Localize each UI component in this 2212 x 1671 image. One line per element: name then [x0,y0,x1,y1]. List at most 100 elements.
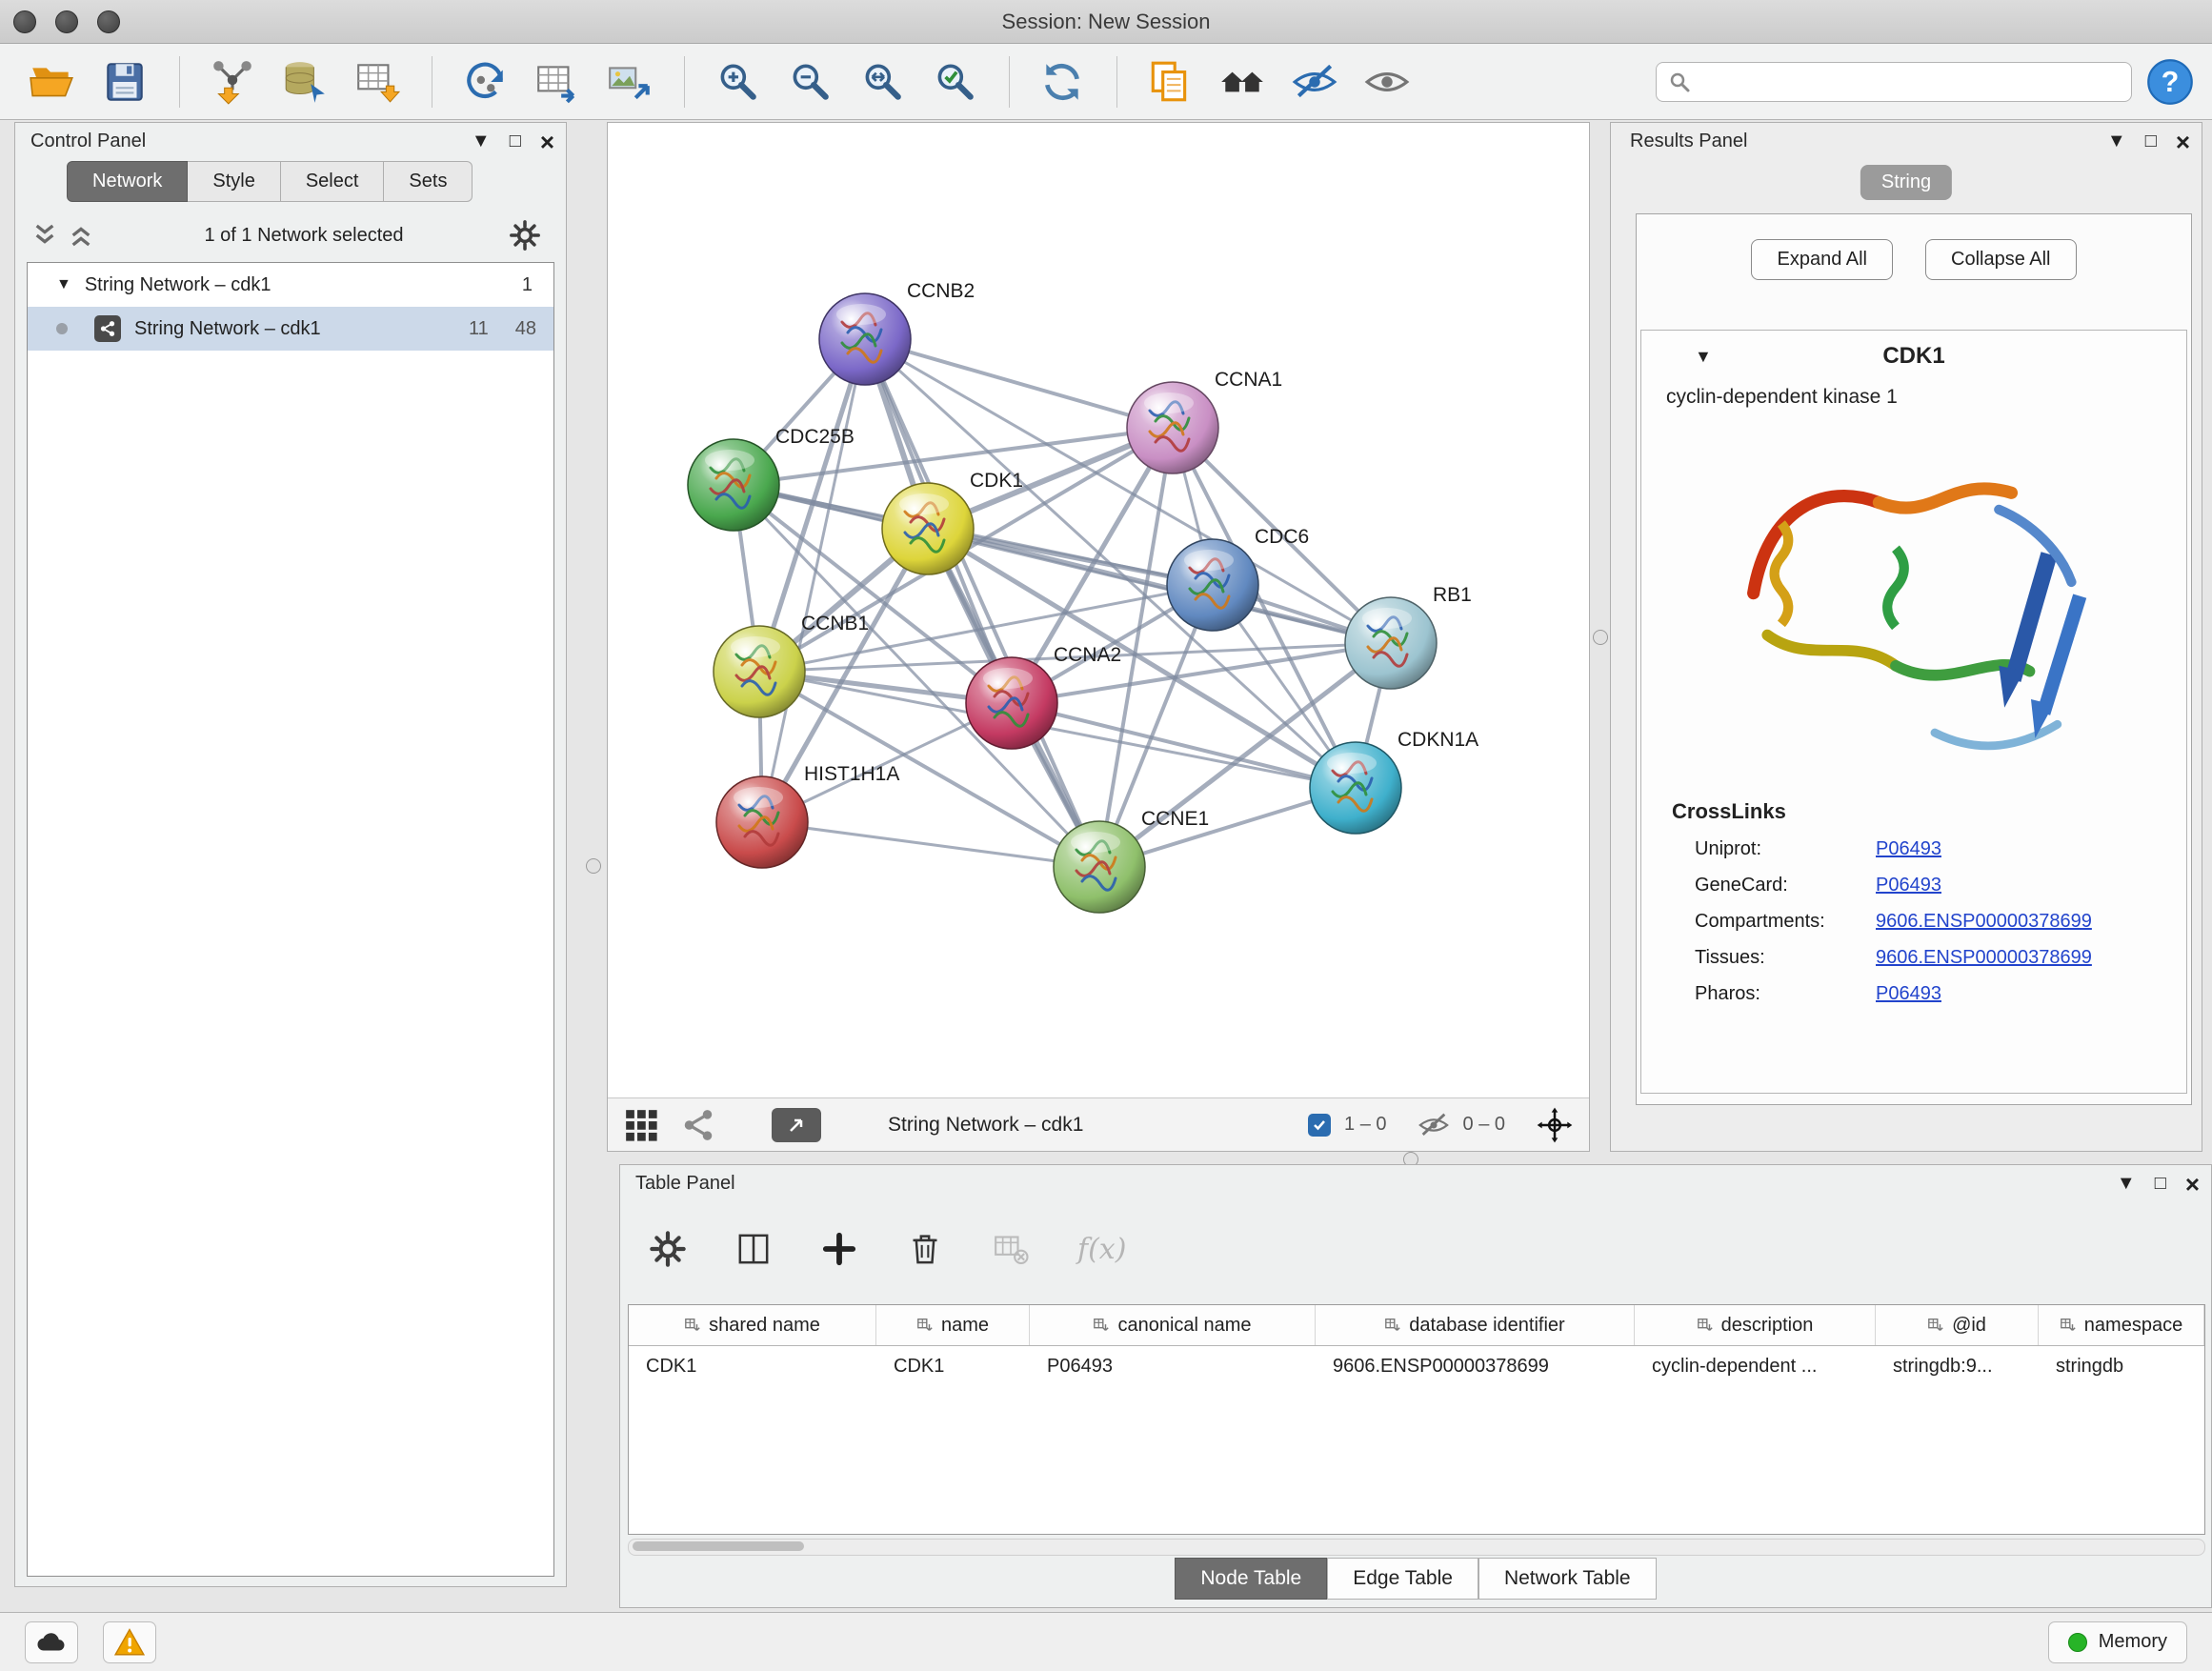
crosslink-tissues-link[interactable]: 9606.ENSP00000378699 [1876,947,2092,969]
column-sort-icon [1927,1317,1944,1334]
zoom-fit-icon [858,58,906,106]
database-icon [281,58,329,106]
main-toolbar: ? [0,44,2212,120]
open-session-button[interactable] [23,51,84,112]
column-header[interactable]: database identifier [1316,1305,1635,1345]
graph-edges [734,339,1391,867]
svg-text:CCNE1: CCNE1 [1141,808,1209,830]
crosslink-genecard-link[interactable]: P06493 [1876,875,1941,896]
crosslink-compartments-link[interactable]: 9606.ENSP00000378699 [1876,911,2092,933]
search-input[interactable] [1700,70,2120,93]
export-image-button[interactable] [600,51,661,112]
section-collapse-icon[interactable]: ▼ [1695,347,1712,367]
float-panel-icon[interactable]: □ [2155,1173,2166,1195]
hidden-eye-slash-icon[interactable] [1418,1109,1450,1141]
import-network-database-button[interactable] [275,51,336,112]
network-edge-count: 48 [515,318,536,340]
show-all-button[interactable] [1213,51,1274,112]
nodes-selected-checkbox[interactable] [1308,1114,1331,1137]
right-splitter-handle[interactable] [1593,630,1608,645]
expand-all-icon[interactable] [67,221,95,250]
network-canvas[interactable]: CCNB2CCNA1CDC25BCDK1CDC6RB1CCNB1CCNA2CDK… [608,123,1589,1097]
collapse-all-button[interactable]: Collapse All [1925,239,2077,280]
close-panel-icon[interactable]: × [2185,1175,2200,1194]
save-session-button[interactable] [95,51,156,112]
tab-style[interactable]: Style [188,161,280,202]
left-splitter-handle[interactable] [586,858,601,874]
horizontal-scrollbar[interactable] [628,1539,2205,1556]
zoom-fit-button[interactable] [853,51,914,112]
graph-node-HIST1H1A: HIST1H1A [716,763,899,868]
status-bar: Memory [0,1612,2212,1671]
delete-column-button[interactable] [906,1227,950,1271]
cloud-status-button[interactable] [25,1621,78,1663]
tab-sets[interactable]: Sets [384,161,473,202]
crosslink-pharos-link[interactable]: P06493 [1876,983,1941,1005]
column-header[interactable]: namespace [2039,1305,2204,1345]
node-name: CDK1 [1882,343,1944,370]
import-table-file-button[interactable] [348,51,409,112]
column-header[interactable]: description [1635,1305,1876,1345]
birds-eye-view-button[interactable] [772,1108,821,1142]
collapse-all-icon[interactable] [30,221,59,250]
zoom-in-button[interactable] [708,51,769,112]
network-row-selected[interactable]: String Network – cdk1 11 48 [28,307,553,351]
graph-node-CCNB1: CCNB1 [714,613,869,717]
network-selection-summary: 1 of 1 Network selected [99,225,509,247]
apply-layout-button[interactable] [1033,51,1094,112]
tab-network[interactable]: Network [67,161,188,202]
network-options-gear-icon[interactable] [509,219,541,252]
share-network-icon[interactable] [680,1107,716,1143]
new-table-button[interactable] [528,51,589,112]
close-panel-icon[interactable]: × [540,132,554,151]
tab-node-table[interactable]: Node Table [1175,1558,1327,1600]
add-column-button[interactable] [820,1227,864,1271]
copy-document-button[interactable] [1140,51,1201,112]
network-from-selection-button[interactable] [455,51,516,112]
table-row[interactable]: CDK1 CDK1 P06493 9606.ENSP00000378699 cy… [629,1346,2204,1386]
table-panel-title: Table Panel [635,1173,735,1195]
graph-node-CCNB2: CCNB2 [819,280,975,385]
expand-all-button[interactable]: Expand All [1751,239,1893,280]
column-header[interactable]: shared name [629,1305,876,1345]
float-panel-icon[interactable]: □ [2145,131,2157,152]
collapse-panel-icon[interactable]: ▼ [2117,1173,2136,1195]
zoom-selected-button[interactable] [925,51,986,112]
pan-crosshair-icon[interactable] [1536,1106,1574,1144]
collapse-panel-icon[interactable]: ▼ [2107,131,2126,152]
column-header[interactable]: name [876,1305,1030,1345]
svg-text:?: ? [2162,66,2180,97]
show-columns-button[interactable] [734,1227,778,1271]
memory-button[interactable]: Memory [2048,1621,2187,1663]
crosslink-label: Tissues: [1695,947,1876,969]
scrollbar-thumb[interactable] [633,1541,804,1551]
zoom-out-button[interactable] [780,51,841,112]
column-header[interactable]: canonical name [1030,1305,1316,1345]
crosslink-label: Pharos: [1695,983,1876,1005]
column-sort-icon [1093,1317,1110,1334]
tab-network-table[interactable]: Network Table [1478,1558,1657,1600]
column-sort-icon [1697,1317,1714,1334]
share-network-icon [99,320,116,337]
float-panel-icon[interactable]: □ [510,131,521,152]
cell-description: cyclin-dependent ... [1635,1346,1876,1386]
grid-view-icon[interactable] [623,1107,659,1143]
show-hide-graphics-button[interactable] [1357,51,1418,112]
network-collection-row[interactable]: ▼ String Network – cdk1 1 [28,263,553,307]
tree-expand-icon[interactable]: ▼ [56,276,71,293]
help-button[interactable]: ? [2145,57,2195,107]
close-panel-icon[interactable]: × [2176,132,2190,151]
table-options-button[interactable] [649,1227,693,1271]
results-panel-title: Results Panel [1630,131,1747,152]
crosslink-uniprot-link[interactable]: P06493 [1876,838,1941,860]
tab-edge-table[interactable]: Edge Table [1327,1558,1478,1600]
tab-select[interactable]: Select [281,161,385,202]
column-header[interactable]: @id [1876,1305,2039,1345]
warnings-button[interactable] [103,1621,156,1663]
table-header-row: shared name name canonical name database… [629,1305,2204,1346]
hide-selected-button[interactable] [1285,51,1346,112]
results-tab-string[interactable]: String [1860,165,1952,200]
collapse-panel-icon[interactable]: ▼ [472,131,491,152]
cell-shared-name: CDK1 [629,1346,876,1386]
import-network-file-button[interactable] [203,51,264,112]
